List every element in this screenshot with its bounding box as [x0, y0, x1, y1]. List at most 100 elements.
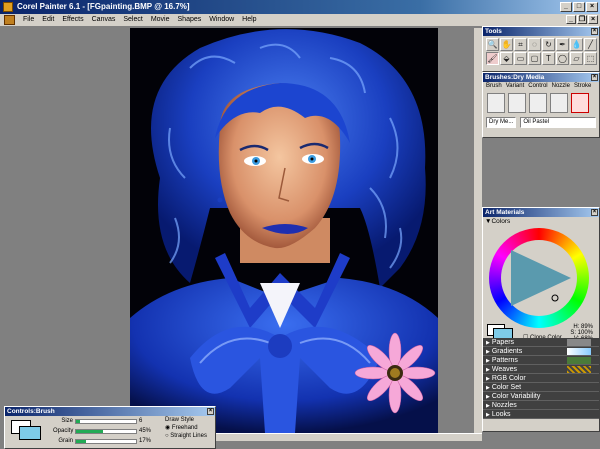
tools-close-button[interactable]: × — [591, 28, 598, 35]
paint-bucket-icon[interactable]: ⬙ — [500, 52, 513, 65]
brush-category-icon[interactable] — [550, 93, 568, 113]
brush-category-icon[interactable] — [529, 93, 547, 113]
section-label: Weaves — [491, 366, 518, 373]
brushes-palette: Brushes:Dry Media × Brush Variant Contro… — [482, 72, 600, 138]
section-label: Looks — [491, 411, 511, 418]
size-control: Size 6 — [53, 418, 142, 424]
crop-icon[interactable]: ⌗ — [514, 38, 527, 51]
lasso-icon[interactable]: ◌ — [528, 38, 541, 51]
brush-category-icon-selected[interactable] — [571, 93, 589, 113]
close-button[interactable]: × — [586, 2, 598, 12]
art-materials-palette: Art Materials × ▼ Colors ☐ Clone Color H… — [482, 207, 600, 432]
controls-title: Controls:Brush — [7, 408, 55, 415]
eraser-icon[interactable]: ▭ — [514, 52, 527, 65]
doc-minimize-button[interactable]: _ — [566, 15, 576, 24]
oval-icon[interactable]: ◯ — [556, 52, 569, 65]
brush-category-select[interactable]: Dry Me... — [486, 117, 517, 128]
rectangle-icon[interactable]: ▢ — [528, 52, 541, 65]
rotate-page-icon[interactable]: ↻ — [542, 38, 555, 51]
saturation-value-triangle[interactable] — [503, 242, 575, 314]
art-materials-close-button[interactable]: × — [591, 209, 598, 216]
section-weaves[interactable]: ▶ Weaves — [483, 365, 599, 374]
brush-library — [483, 90, 599, 116]
grain-slider-fill — [76, 439, 87, 443]
text-icon[interactable]: T — [542, 52, 555, 65]
controls-close-button[interactable]: × — [207, 408, 214, 415]
portrait-painting — [130, 28, 438, 433]
straight-lines-label: Straight Lines — [170, 433, 207, 439]
size-slider[interactable] — [75, 418, 137, 424]
menu-movie[interactable]: Movie — [147, 14, 174, 26]
window-title-bar: Corel Painter 6.1 - [FGpainting.BMP @ 16… — [0, 0, 600, 14]
opacity-slider-fill — [76, 429, 103, 433]
magnifier-icon[interactable]: 🔍 — [486, 38, 499, 51]
menu-edit[interactable]: Edit — [38, 14, 58, 26]
brush-icon[interactable]: ╱ — [584, 38, 597, 51]
art-materials-sections: ▶ Papers ▶ Gradients ▶ Patterns ▶ Weaves ▶ RG… — [483, 338, 599, 419]
section-label: Patterns — [491, 357, 518, 364]
menu-canvas[interactable]: Canvas — [88, 14, 120, 26]
menu-bar: File Edit Effects Canvas Select Movie Sh… — [0, 14, 600, 26]
menu-shapes[interactable]: Shapes — [174, 14, 206, 26]
draw-style-label: Draw Style — [165, 417, 195, 423]
section-color-set[interactable]: ▶ Color Set — [483, 383, 599, 392]
art-materials-title-bar[interactable]: Art Materials × — [483, 208, 599, 217]
menu-file[interactable]: File — [19, 14, 38, 26]
painter-app-icon[interactable] — [3, 2, 13, 12]
tab-control[interactable]: Control — [528, 83, 547, 89]
section-label: Papers — [491, 339, 515, 346]
doc-restore-button[interactable]: ❐ — [577, 15, 587, 24]
tab-variant[interactable]: Variant — [506, 83, 525, 89]
brush-category-icon[interactable] — [508, 93, 526, 113]
brushes-title-bar[interactable]: Brushes:Dry Media × — [483, 73, 599, 82]
size-value: 6 — [139, 418, 143, 424]
menu-select[interactable]: Select — [119, 14, 146, 26]
maximize-button[interactable]: □ — [573, 2, 585, 12]
menu-effects[interactable]: Effects — [58, 14, 87, 26]
tools-title-bar[interactable]: Tools × — [483, 27, 599, 36]
vertical-scrollbar[interactable] — [474, 28, 482, 433]
menu-help[interactable]: Help — [238, 14, 260, 26]
section-rgb-color[interactable]: ▶ RGB Color — [483, 374, 599, 383]
tab-stroke[interactable]: Stroke — [574, 83, 591, 89]
opacity-label: Opacity — [53, 428, 74, 434]
painting-canvas[interactable] — [130, 28, 438, 433]
colors-section-header[interactable]: ▼ Colors — [483, 217, 599, 226]
section-patterns[interactable]: ▶ Patterns — [483, 356, 599, 365]
pattern-preview — [567, 357, 591, 364]
selection-icon[interactable]: ⬚ — [584, 52, 597, 65]
primary-color-swatch[interactable] — [19, 426, 41, 440]
section-color-variability[interactable]: ▶ Color Variability — [483, 392, 599, 401]
brush-category-icon[interactable] — [487, 93, 505, 113]
menu-window[interactable]: Window — [205, 14, 238, 26]
doc-close-button[interactable]: × — [588, 15, 598, 24]
section-papers[interactable]: ▶ Papers — [483, 338, 599, 347]
straight-lines-radio[interactable]: ○ Straight Lines — [165, 432, 207, 440]
opacity-slider[interactable] — [75, 428, 137, 434]
grabber-icon[interactable]: ✋ — [500, 38, 513, 51]
section-gradients[interactable]: ▶ Gradients — [483, 347, 599, 356]
grain-value: 17% — [139, 438, 152, 444]
gradient-preview — [567, 348, 591, 355]
minimize-button[interactable]: _ — [560, 2, 572, 12]
tools-palette: Tools × 🔍 ✋ ⌗ ◌ ↻ ✒ 💧 ╱ 🖌 ⬙ ▭ ▢ T ◯ ▱ ⬚ — [482, 26, 600, 72]
dropper-icon[interactable]: 💧 — [570, 38, 583, 51]
pen-icon[interactable]: ✒ — [556, 38, 569, 51]
brushes-close-button[interactable]: × — [591, 74, 598, 81]
shape-icon[interactable]: ▱ — [570, 52, 583, 65]
section-nozzles[interactable]: ▶ Nozzles — [483, 401, 599, 410]
controls-body: Size 6 Opacity 45% Grain 17% Draw Style … — [5, 416, 215, 449]
document-icon[interactable] — [4, 15, 15, 25]
brush-variant-select[interactable]: Oil Pastel — [520, 117, 596, 128]
tab-brush[interactable]: Brush — [486, 83, 502, 89]
section-label: Color Variability — [491, 393, 541, 400]
tab-nozzle[interactable]: Nozzle — [552, 83, 570, 89]
colors-label: Colors — [491, 218, 511, 225]
freehand-radio[interactable]: ◉ Freehand — [165, 424, 207, 432]
brush-tool-icon[interactable]: 🖌 — [486, 52, 499, 65]
hue-ring[interactable] — [489, 228, 589, 328]
freehand-label: Freehand — [171, 425, 198, 431]
grain-slider[interactable] — [75, 438, 137, 444]
section-looks[interactable]: ▶ Looks — [483, 410, 599, 419]
controls-title-bar[interactable]: Controls:Brush × — [5, 407, 215, 416]
